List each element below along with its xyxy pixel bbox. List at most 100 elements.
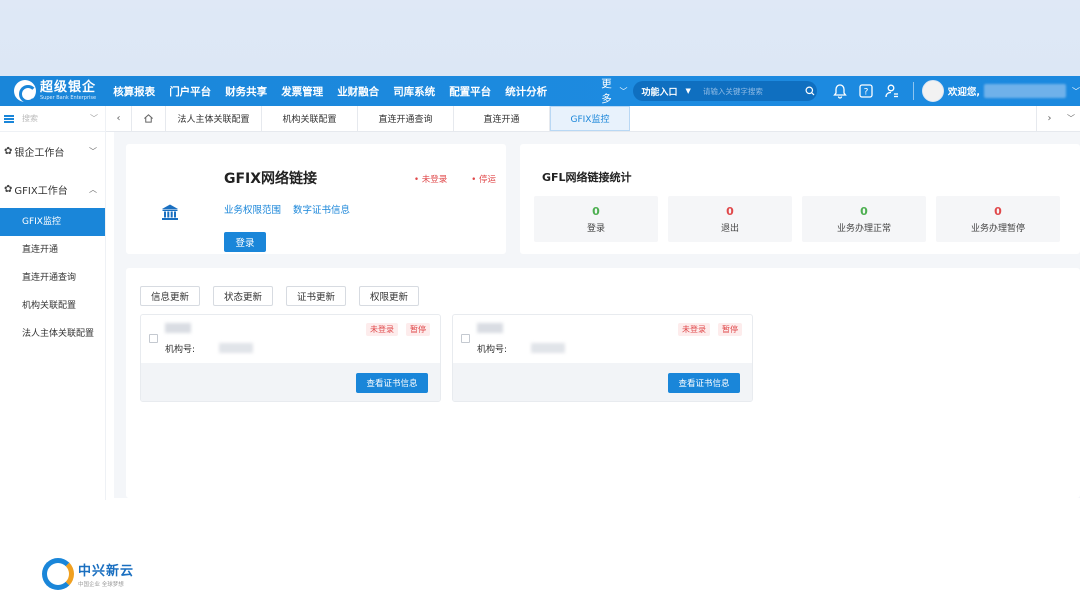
- brand-name: 中兴新云: [78, 564, 135, 579]
- status-badge: • 未登录: [414, 175, 448, 185]
- sidebar-group-label: 银企工作台: [14, 147, 65, 159]
- action-toolbar: 信息更新 状态更新 证书更新 权限更新: [140, 286, 432, 306]
- gfix-links: 业务权限范围 数字证书信息: [224, 202, 362, 216]
- status-badge: • 停运: [471, 175, 496, 185]
- gfix-title: GFIX网络链接: [224, 171, 318, 187]
- nav-item-stats[interactable]: 统计分析: [505, 84, 547, 99]
- bell-icon[interactable]: [827, 78, 853, 104]
- caret-down-icon[interactable]: ▼: [686, 87, 691, 95]
- status-badge: 暂停: [718, 323, 742, 336]
- search-icon[interactable]: [803, 84, 817, 98]
- sidebar-item-org-link[interactable]: 机构关联配置: [0, 292, 105, 320]
- permission-update-button[interactable]: 权限更新: [359, 286, 420, 306]
- app-logo[interactable]: 超级银企 Super Bank Enterprise: [0, 76, 105, 106]
- help-icon[interactable]: ?: [853, 78, 879, 104]
- sidebar-search-input[interactable]: [22, 114, 86, 123]
- avatar[interactable]: [921, 80, 944, 102]
- institution-checkbox[interactable]: [149, 334, 158, 343]
- chevron-down-icon[interactable]: ﹀: [1062, 106, 1080, 131]
- nav-item-integration[interactable]: 业财融合: [337, 84, 379, 99]
- stat-logout: 0 退出: [668, 196, 792, 242]
- status-badge: 未登录: [366, 323, 398, 336]
- institution-card: 机构号: 未登录 暂停 查看证书信息: [140, 314, 441, 402]
- nav-item-config[interactable]: 配置平台: [449, 84, 491, 99]
- sidebar-group-gfix[interactable]: ✿ GFIX工作台 ︿: [0, 170, 105, 208]
- menu-icon[interactable]: [4, 114, 14, 123]
- sidebar-item-gfix-monitor[interactable]: GFIX监控: [0, 208, 105, 236]
- stat-business-paused: 0 业务办理暂停: [936, 196, 1060, 242]
- main-nav: 核算报表 门户平台 财务共享 发票管理 业财融合 司库系统 配置平台 统计分析: [113, 84, 561, 99]
- gfix-card: GFIX网络链接 • 未登录 • 停运 业务权限范围 数字证书信息 登录: [126, 144, 506, 254]
- search-input[interactable]: [702, 86, 803, 96]
- function-entry-select[interactable]: 功能入口: [641, 85, 677, 98]
- nav-item-treasury[interactable]: 司库系统: [393, 84, 435, 99]
- institution-name-redacted: [165, 323, 191, 333]
- institution-badges: 未登录 暂停: [670, 323, 742, 336]
- stat-value: 0: [860, 204, 868, 218]
- tab-direct-open-query[interactable]: 直连开通查询: [358, 106, 454, 131]
- chevron-down-icon[interactable]: ﹀: [90, 113, 98, 124]
- nav-item-invoice[interactable]: 发票管理: [281, 84, 323, 99]
- cert-update-button[interactable]: 证书更新: [286, 286, 347, 306]
- institution-name-redacted: [477, 323, 503, 333]
- nav-item-report[interactable]: 核算报表: [113, 84, 155, 99]
- tab-gfix-monitor[interactable]: GFIX监控: [550, 106, 630, 131]
- institution-panel: 信息更新 状态更新 证书更新 权限更新 机构号: 未登录 暂停 查看证书信息 机…: [126, 268, 1080, 498]
- function-search: 功能入口 ▼: [633, 81, 817, 101]
- tab-direct-open[interactable]: 直连开通: [454, 106, 550, 131]
- chevron-down-icon: ﹀: [89, 146, 97, 156]
- chevron-down-icon: ﹀: [619, 86, 628, 96]
- svg-text:?: ?: [864, 88, 869, 98]
- chevron-right-icon[interactable]: ›: [1036, 106, 1062, 131]
- home-icon[interactable]: [132, 106, 166, 131]
- bank-icon: [161, 203, 179, 221]
- institution-checkbox[interactable]: [461, 334, 470, 343]
- sidebar-group-label: GFIX工作台: [14, 185, 68, 197]
- institution-id-label: 机构号:: [165, 345, 196, 355]
- welcome-text: 欢迎您,: [947, 87, 980, 98]
- more-menu[interactable]: 更多 ﹀: [601, 76, 627, 106]
- sidebar-group-bank[interactable]: ✿ 银企工作台 ﹀: [0, 132, 105, 170]
- stat-label: 业务办理正常: [836, 223, 891, 234]
- logo-title: 超级银企: [40, 80, 97, 95]
- brand-tagline: 中国企业 全球梦想: [78, 582, 124, 588]
- chevron-left-icon[interactable]: ‹: [106, 106, 132, 131]
- stat-value: 0: [994, 204, 1002, 218]
- stat-label: 退出: [720, 223, 739, 234]
- status-badge: 暂停: [406, 323, 430, 336]
- permission-scope-link[interactable]: 业务权限范围: [224, 202, 281, 216]
- nav-item-finance-share[interactable]: 财务共享: [225, 84, 267, 99]
- stat-login: 0 登录: [534, 196, 658, 242]
- tab-bar: ‹ 法人主体关联配置 机构关联配置 直连开通查询 直连开通 GFIX监控 › ﹀: [106, 106, 1080, 132]
- login-button[interactable]: 登录: [224, 232, 266, 252]
- top-header: 超级银企 Super Bank Enterprise 核算报表 门户平台 财务共…: [0, 76, 1080, 106]
- more-label: 更多: [601, 78, 612, 105]
- status-badge: 未登录: [678, 323, 710, 336]
- stat-business-normal: 0 业务办理正常: [802, 196, 926, 242]
- info-update-button[interactable]: 信息更新: [140, 286, 201, 306]
- sidebar-item-direct-open-query[interactable]: 直连开通查询: [0, 264, 105, 292]
- stat-value: 0: [726, 204, 734, 218]
- institution-card: 机构号: 未登录 暂停 查看证书信息: [452, 314, 753, 402]
- nav-item-portal[interactable]: 门户平台: [169, 84, 211, 99]
- institution-id-redacted: [219, 343, 253, 353]
- gear-icon: ✿: [4, 145, 13, 157]
- sidebar: ﹀ ✿ 银企工作台 ﹀ ✿ GFIX工作台 ︿ GFIX监控 直连开通 直连开通…: [0, 106, 106, 500]
- tab-entity-link[interactable]: 法人主体关联配置: [166, 106, 262, 131]
- digital-cert-link[interactable]: 数字证书信息: [293, 202, 350, 216]
- stats-row: 0 登录 0 退出 0 业务办理正常 0 业务办理暂停: [534, 196, 1070, 242]
- institution-id-redacted: [531, 343, 565, 353]
- stat-label: 登录: [586, 223, 605, 234]
- institution-badges: 未登录 暂停: [358, 323, 430, 336]
- stat-label: 业务办理暂停: [970, 223, 1025, 234]
- sidebar-item-direct-open[interactable]: 直连开通: [0, 236, 105, 264]
- status-update-button[interactable]: 状态更新: [213, 286, 274, 306]
- user-settings-icon[interactable]: [879, 78, 905, 104]
- sidebar-item-entity-link[interactable]: 法人主体关联配置: [0, 320, 105, 348]
- gfix-status: • 未登录 • 停运: [414, 173, 520, 185]
- chevron-up-icon: ︿: [89, 184, 97, 194]
- view-cert-button[interactable]: 查看证书信息: [356, 373, 428, 393]
- tab-org-link[interactable]: 机构关联配置: [262, 106, 358, 131]
- chevron-down-icon[interactable]: ﹀: [1072, 86, 1080, 97]
- view-cert-button[interactable]: 查看证书信息: [668, 373, 740, 393]
